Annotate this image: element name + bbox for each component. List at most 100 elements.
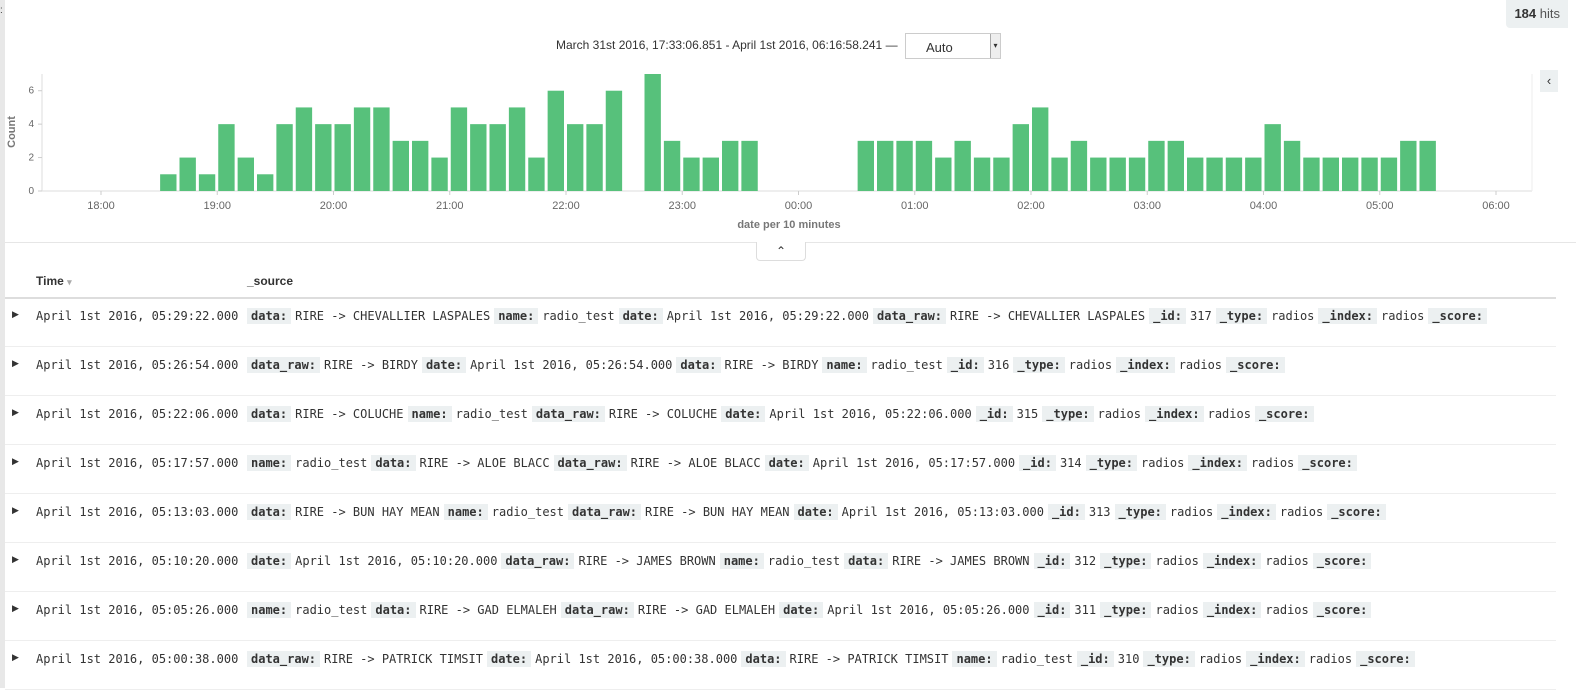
field-key: _score:: [1312, 553, 1372, 569]
histogram-bar[interactable]: [276, 124, 293, 191]
histogram-bar[interactable]: [1090, 157, 1107, 191]
histogram-bar[interactable]: [644, 74, 661, 191]
histogram-bar[interactable]: [1032, 107, 1049, 191]
histogram-bar[interactable]: [1283, 140, 1301, 191]
histogram-bar[interactable]: [431, 157, 448, 191]
histogram-bar[interactable]: [1245, 157, 1262, 191]
field-key: data_raw:: [531, 406, 605, 422]
histogram-bar[interactable]: [993, 157, 1010, 191]
table-row[interactable]: ▶ April 1st 2016, 05:10:20.000 date: April …: [5, 543, 1556, 592]
histogram-bar[interactable]: [1206, 157, 1223, 191]
histogram-bar[interactable]: [1264, 124, 1281, 191]
expand-row-icon[interactable]: ▶: [12, 554, 19, 565]
expand-row-icon[interactable]: ▶: [12, 358, 19, 369]
histogram-bar[interactable]: [1419, 140, 1436, 191]
x-tick-label: 06:00: [1482, 200, 1510, 212]
histogram-bar[interactable]: [334, 124, 351, 191]
field-key: name:: [247, 602, 292, 618]
expand-row-icon[interactable]: ▶: [12, 407, 19, 418]
histogram-bar[interactable]: [702, 157, 719, 191]
x-tick-label: 21:00: [436, 200, 464, 212]
expand-row-icon[interactable]: ▶: [12, 309, 19, 320]
histogram-bar[interactable]: [237, 157, 254, 191]
histogram-bar[interactable]: [722, 140, 739, 191]
collapse-panel-button[interactable]: ‹: [1540, 70, 1558, 92]
field-key: date:: [486, 651, 532, 667]
histogram-bar[interactable]: [683, 157, 700, 191]
histogram-bar[interactable]: [489, 124, 506, 191]
histogram-bar[interactable]: [877, 140, 894, 191]
histogram-bar[interactable]: [1012, 124, 1029, 191]
histogram-bar[interactable]: [179, 157, 196, 191]
histogram-bar[interactable]: [1342, 157, 1359, 191]
histogram-bar[interactable]: [198, 174, 216, 191]
histogram-bar[interactable]: [1167, 140, 1184, 191]
histogram-bar[interactable]: [1225, 157, 1243, 191]
histogram-bar[interactable]: [1303, 157, 1320, 191]
field-key: name:: [494, 308, 539, 324]
table-row[interactable]: ▶ April 1st 2016, 05:17:57.000 name: radio_…: [5, 445, 1556, 494]
expand-row-icon[interactable]: ▶: [12, 652, 19, 663]
histogram-bar[interactable]: [973, 157, 991, 191]
histogram-bar[interactable]: [470, 124, 487, 191]
time-column-header[interactable]: Time ▾: [36, 274, 72, 288]
expand-row-icon[interactable]: ▶: [12, 603, 19, 614]
field-key: data_raw:: [560, 602, 634, 618]
histogram-bar[interactable]: [935, 157, 952, 191]
field-key: _type:: [1100, 602, 1152, 618]
histogram-bar[interactable]: [392, 140, 409, 191]
histogram-bar[interactable]: [586, 124, 603, 191]
histogram-bar[interactable]: [218, 124, 235, 191]
histogram-bar[interactable]: [1322, 157, 1339, 191]
histogram-bar[interactable]: [353, 107, 371, 191]
histogram-bar[interactable]: [954, 140, 971, 191]
table-row[interactable]: ▶ April 1st 2016, 05:26:54.000 data_raw: RI…: [5, 347, 1556, 396]
field-key: date:: [421, 357, 467, 373]
histogram-bar[interactable]: [1380, 157, 1398, 191]
histogram-bar[interactable]: [1361, 157, 1378, 191]
table-row[interactable]: ▶ April 1st 2016, 05:13:03.000 data: RIRE -…: [5, 494, 1556, 543]
histogram-bar[interactable]: [450, 107, 468, 191]
histogram-bar[interactable]: [373, 107, 390, 191]
table-row[interactable]: ▶ April 1st 2016, 05:00:38.000 data_raw: RI…: [5, 641, 1556, 690]
histogram-bar[interactable]: [741, 140, 758, 191]
histogram-bar[interactable]: [1109, 157, 1126, 191]
histogram-bar[interactable]: [896, 140, 913, 191]
field-key: _index:: [1188, 455, 1247, 471]
sort-caret-icon[interactable]: ▾: [67, 277, 72, 287]
histogram-bar[interactable]: [1187, 157, 1204, 191]
histogram-bar[interactable]: [1070, 140, 1088, 191]
field-key: _type:: [1215, 308, 1268, 324]
histogram-bar[interactable]: [1128, 157, 1146, 191]
expand-row-icon[interactable]: ▶: [12, 456, 19, 467]
histogram-bar[interactable]: [663, 140, 681, 191]
histogram-bar[interactable]: [567, 124, 584, 191]
dropdown-arrow-icon[interactable]: ▾: [990, 34, 1000, 58]
table-row[interactable]: ▶ April 1st 2016, 05:29:22.000 data: RIRE -…: [5, 298, 1556, 347]
expand-row-icon[interactable]: ▶: [12, 505, 19, 516]
histogram-bar[interactable]: [257, 174, 274, 191]
histogram-bar[interactable]: [315, 124, 332, 191]
sidebar-toggle-icon[interactable]: :: [0, 6, 3, 16]
field-key: name:: [407, 406, 452, 422]
histogram-bar[interactable]: [605, 90, 623, 191]
histogram-bar[interactable]: [1400, 140, 1417, 191]
table-row[interactable]: ▶ April 1st 2016, 05:22:06.000 data: RIRE -…: [5, 396, 1556, 445]
histogram-bar[interactable]: [915, 140, 933, 191]
interval-select[interactable]: Auto ▾: [905, 33, 1001, 59]
histogram-bar[interactable]: [160, 174, 177, 191]
collapse-chart-button[interactable]: ⌃: [756, 242, 806, 261]
histogram-bar[interactable]: [295, 107, 313, 191]
histogram-bar[interactable]: [1051, 157, 1068, 191]
table-row[interactable]: ▶ April 1st 2016, 05:05:26.000 name: radio_…: [5, 592, 1556, 641]
x-tick-label: 00:00: [785, 200, 813, 212]
histogram-bar[interactable]: [857, 140, 874, 191]
field-value: RIRE -> BUN HAY MEAN: [295, 505, 440, 519]
histogram-bar[interactable]: [1148, 140, 1165, 191]
field-value: 316: [987, 358, 1010, 372]
histogram-bar[interactable]: [508, 107, 526, 191]
histogram-bar[interactable]: [547, 90, 564, 191]
field-key: _id:: [975, 406, 1013, 422]
histogram-bar[interactable]: [412, 140, 429, 191]
histogram-bar[interactable]: [528, 157, 545, 191]
